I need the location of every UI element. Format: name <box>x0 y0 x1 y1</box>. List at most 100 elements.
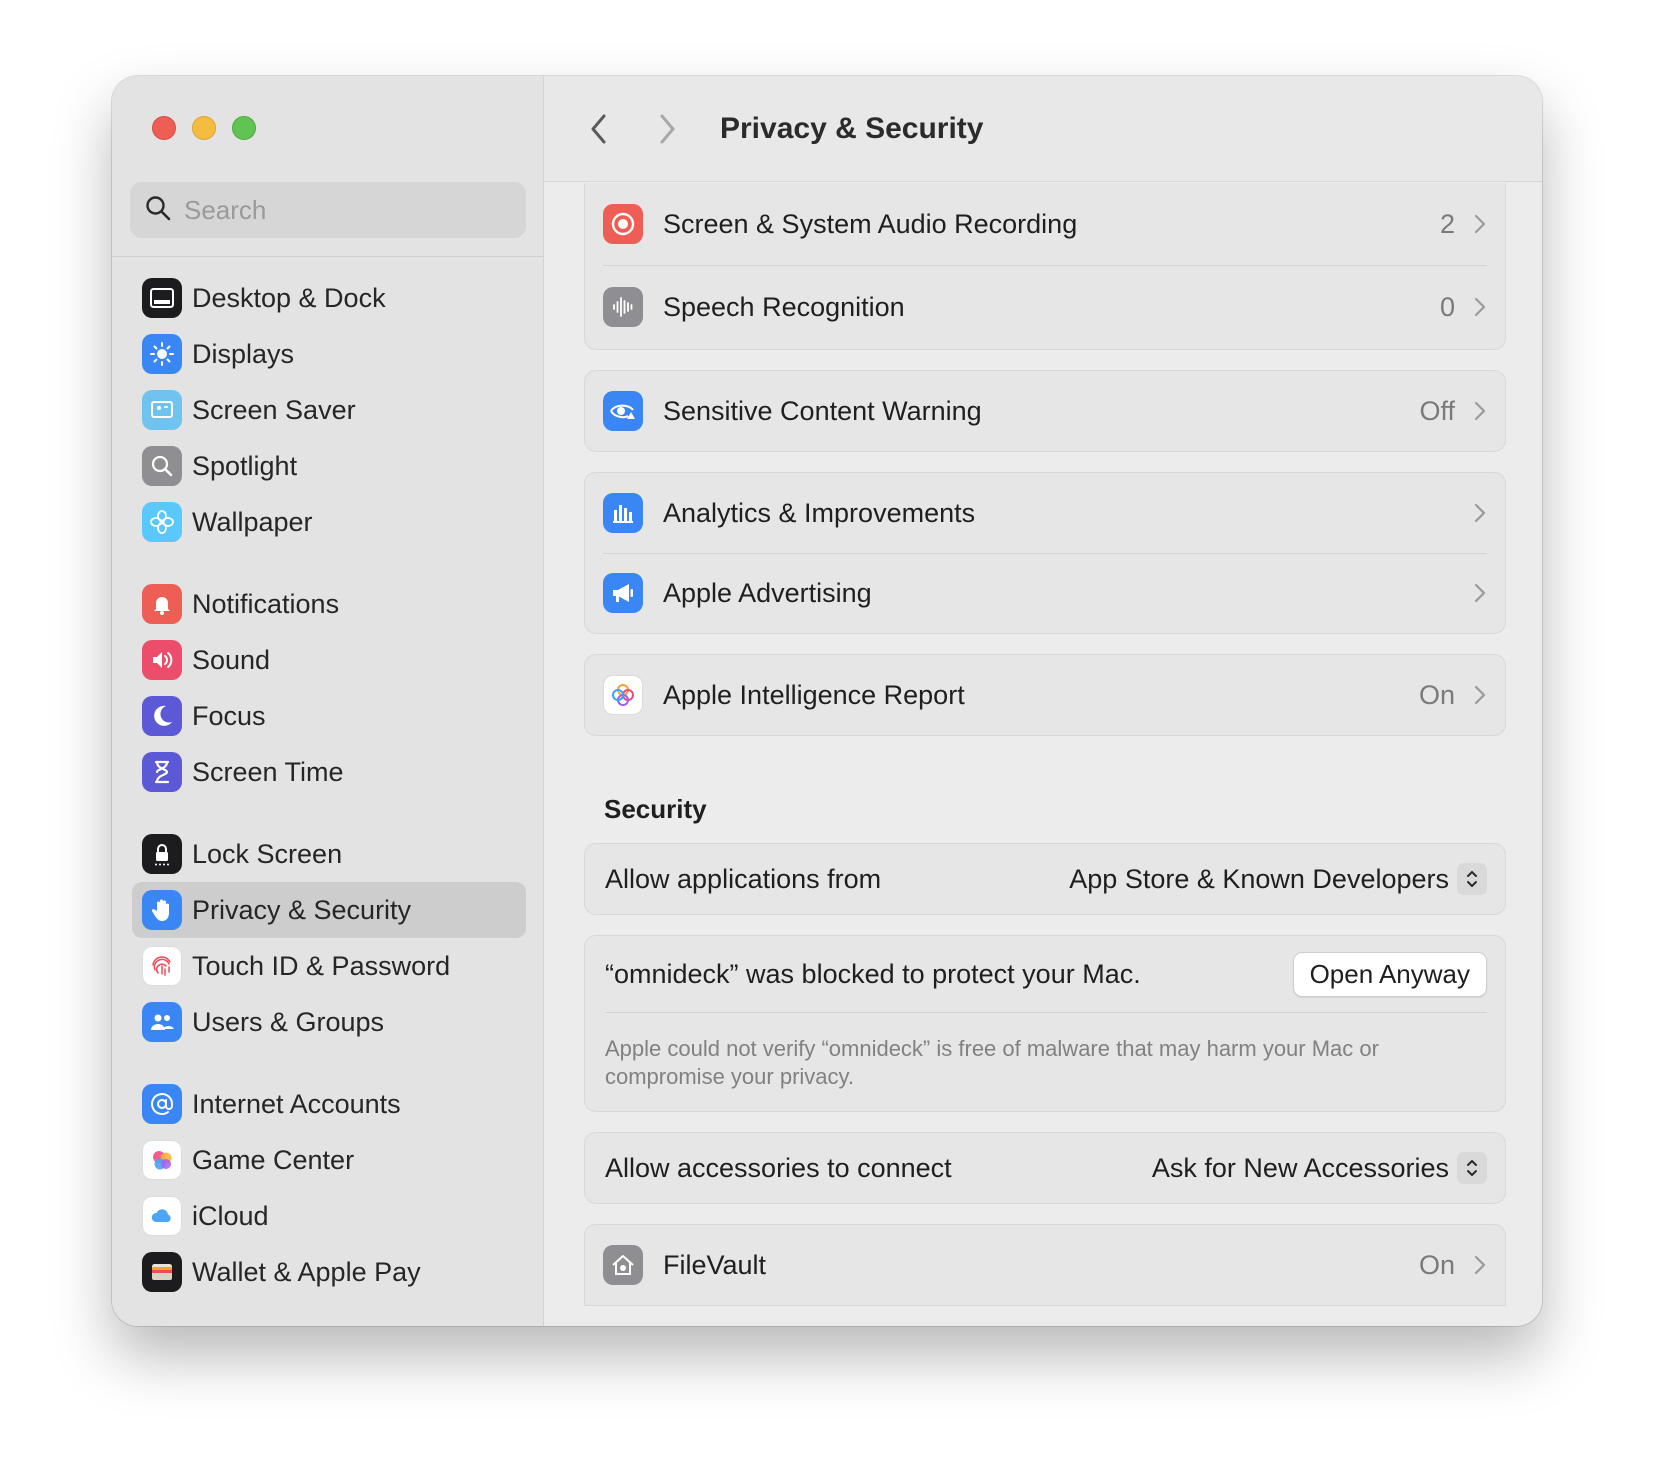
sidebar: Search Desktop & Dock Displays Screen Sa… <box>112 76 544 1326</box>
sidebar-item-privacy-security[interactable]: Privacy & Security <box>132 882 526 938</box>
row-value: Off <box>1419 395 1455 426</box>
speaker-icon <box>142 640 182 680</box>
sidebar-item-wallet[interactable]: Wallet & Apple Pay <box>132 1244 526 1300</box>
filevault-group: FileVault On <box>584 1224 1506 1306</box>
row-label: Screen & System Audio Recording <box>663 208 1078 239</box>
sidebar-item-label: Internet Accounts <box>192 1088 401 1119</box>
main-pane: Privacy & Security Screen & System Audio… <box>544 76 1542 1326</box>
sidebar-item-internet-accounts[interactable]: Internet Accounts <box>132 1076 526 1132</box>
sidebar-item-users-groups[interactable]: Users & Groups <box>132 994 526 1050</box>
back-button[interactable] <box>582 109 616 149</box>
toolbar: Privacy & Security <box>544 76 1542 182</box>
close-button[interactable] <box>152 116 176 140</box>
chevron-right-icon <box>660 114 675 143</box>
wallet-icon <box>142 1252 182 1292</box>
sidebar-item-wallpaper[interactable]: Wallpaper <box>132 494 526 550</box>
chevron-right-icon <box>1473 502 1487 524</box>
allow-apps-row: Allow applications from App Store & Know… <box>585 844 1505 914</box>
sidebar-item-spotlight[interactable]: Spotlight <box>132 438 526 494</box>
up-down-chevron-icon <box>1457 863 1487 895</box>
sidebar-item-screen-saver[interactable]: Screen Saver <box>132 382 526 438</box>
row-label: Sensitive Content Warning <box>663 395 982 426</box>
accessories-popup[interactable]: Ask for New Accessories <box>1152 1152 1487 1184</box>
page-title: Privacy & Security <box>720 111 984 145</box>
sensitive-content-row[interactable]: Sensitive Content Warning Off <box>585 371 1505 451</box>
minimize-button[interactable] <box>192 116 216 140</box>
megaphone-icon <box>603 573 643 613</box>
flower-icon <box>142 502 182 542</box>
magnifier-icon <box>142 446 182 486</box>
window-controls <box>152 116 256 140</box>
sidebar-item-icloud[interactable]: iCloud <box>132 1188 526 1244</box>
sidebar-item-displays[interactable]: Displays <box>132 326 526 382</box>
row-label: Apple Intelligence Report <box>663 679 965 710</box>
filevault-row[interactable]: FileVault On <box>585 1225 1505 1305</box>
row-label: Apple Advertising <box>663 577 872 608</box>
row-value: On <box>1418 1249 1455 1280</box>
record-icon <box>603 204 643 244</box>
chevron-right-icon <box>1473 213 1487 235</box>
sidebar-item-label: Screen Time <box>192 756 344 787</box>
forward-button[interactable] <box>650 109 684 149</box>
chevron-left-icon <box>591 114 606 143</box>
advertising-row[interactable]: Apple Advertising <box>585 553 1505 633</box>
lock-icon <box>142 834 182 874</box>
intelligence-group: Apple Intelligence Report On <box>584 654 1506 736</box>
sidebar-item-sound[interactable]: Sound <box>132 632 526 688</box>
sidebar-item-label: Desktop & Dock <box>192 282 386 313</box>
row-label: FileVault <box>663 1249 767 1280</box>
sidebar-item-screen-time[interactable]: Screen Time <box>132 744 526 800</box>
house-lock-icon <box>603 1245 643 1285</box>
permissions-group: Screen & System Audio Recording 2 Speech… <box>584 183 1506 350</box>
sidebar-item-lock-screen[interactable]: Lock Screen <box>132 826 526 882</box>
security-section-title: Security <box>604 794 707 824</box>
sidebar-item-label: Lock Screen <box>192 838 343 869</box>
fingerprint-icon <box>142 946 182 986</box>
eye-warning-icon <box>603 391 643 431</box>
sidebar-item-label: iCloud <box>192 1200 269 1231</box>
at-icon <box>142 1084 182 1124</box>
sidebar-item-touch-id[interactable]: Touch ID & Password <box>132 938 526 994</box>
chevron-right-icon <box>1473 582 1487 604</box>
popup-value: App Store & Known Developers <box>1069 863 1449 894</box>
screen-recording-row[interactable]: Screen & System Audio Recording 2 <box>585 183 1505 265</box>
screen-saver-icon <box>142 390 182 430</box>
blocked-app-row: “omnideck” was blocked to protect your M… <box>585 936 1505 1012</box>
intelligence-report-row[interactable]: Apple Intelligence Report On <box>585 655 1505 735</box>
apple-intelligence-icon <box>603 675 643 715</box>
search-icon <box>144 194 172 227</box>
users-icon <box>142 1002 182 1042</box>
analytics-group: Analytics & Improvements Apple Advertisi… <box>584 472 1506 634</box>
open-anyway-button[interactable]: Open Anyway <box>1292 951 1487 997</box>
accessories-group: Allow accessories to connect Ask for New… <box>584 1132 1506 1204</box>
row-label: Allow accessories to connect <box>605 1152 952 1183</box>
sidebar-item-label: Screen Saver <box>192 394 356 425</box>
sidebar-item-desktop-dock[interactable]: Desktop & Dock <box>132 270 526 326</box>
zoom-button[interactable] <box>232 116 256 140</box>
sidebar-item-game-center[interactable]: Game Center <box>132 1132 526 1188</box>
speech-recognition-row[interactable]: Speech Recognition 0 <box>585 265 1505 349</box>
sidebar-item-notifications[interactable]: Notifications <box>132 576 526 632</box>
game-center-icon <box>142 1140 182 1180</box>
sidebar-item-label: Privacy & Security <box>192 894 412 925</box>
search-input[interactable]: Search <box>130 182 526 238</box>
analytics-row[interactable]: Analytics & Improvements <box>585 473 1505 553</box>
bell-icon <box>142 584 182 624</box>
sidebar-item-focus[interactable]: Focus <box>132 688 526 744</box>
allow-apps-group: Allow applications from App Store & Know… <box>584 843 1506 915</box>
blocked-message: “omnideck” was blocked to protect your M… <box>605 958 1141 989</box>
sensitive-content-group: Sensitive Content Warning Off <box>584 370 1506 452</box>
settings-content: Screen & System Audio Recording 2 Speech… <box>584 183 1506 1326</box>
cloud-icon <box>142 1196 182 1236</box>
popup-value: Ask for New Accessories <box>1151 1152 1449 1183</box>
blocked-description: Apple could not verify “omnideck” is fre… <box>605 1036 1379 1089</box>
row-value: On <box>1418 679 1455 710</box>
accessories-row: Allow accessories to connect Ask for New… <box>585 1133 1505 1203</box>
bar-chart-icon <box>603 493 643 533</box>
sidebar-item-label: Wallpaper <box>192 506 313 537</box>
allow-apps-popup[interactable]: App Store & Known Developers <box>1069 863 1487 895</box>
up-down-chevron-icon <box>1457 1152 1487 1184</box>
chevron-right-icon <box>1473 684 1487 706</box>
sidebar-item-label: Touch ID & Password <box>192 950 451 981</box>
sidebar-item-label: Users & Groups <box>192 1006 385 1037</box>
